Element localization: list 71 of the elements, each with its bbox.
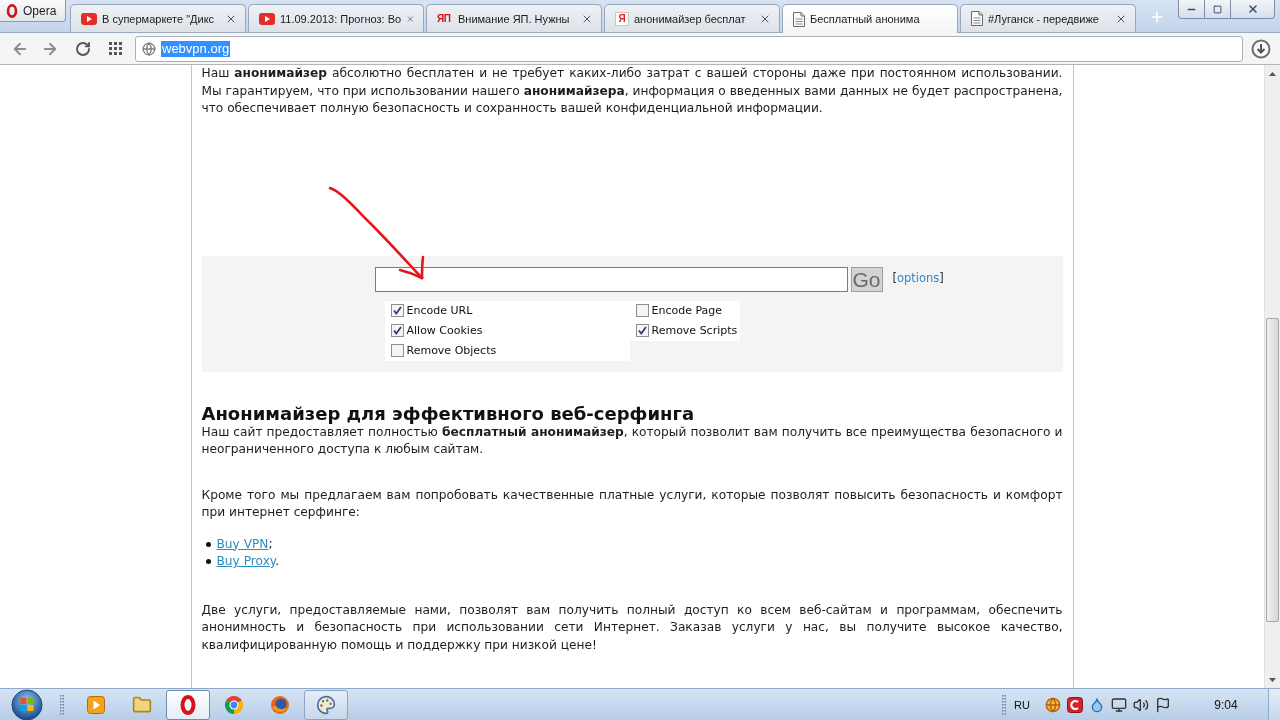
ring-logo-icon	[180, 694, 196, 715]
close-button[interactable]	[1230, 0, 1275, 19]
browser-tab[interactable]: #Луганск - передвиже	[960, 4, 1136, 32]
restore-button[interactable]	[1204, 0, 1231, 19]
checkbox[interactable]	[390, 344, 404, 357]
checkbox-label: Remove Objects	[406, 342, 497, 359]
globe-logo-icon	[270, 694, 290, 715]
list-item-text: Buy VPN;	[216, 535, 273, 553]
grip-icon	[60, 693, 64, 716]
monitor-icon[interactable]	[1111, 696, 1127, 713]
checkbox[interactable]	[635, 324, 649, 337]
list-item-text: Buy Proxy.	[216, 553, 280, 570]
play-logo-icon	[81, 12, 97, 25]
reload-icon	[75, 40, 91, 57]
page-icon	[793, 11, 805, 27]
site-logo: Я	[615, 11, 629, 26]
folder-icon	[132, 694, 152, 715]
play-icon	[87, 695, 105, 714]
download-icon	[1251, 38, 1271, 59]
ring-logo-icon	[6, 3, 18, 18]
url-text: webvpn.org	[161, 40, 231, 57]
clock-text[interactable]: 9:04	[1184, 697, 1268, 712]
plus-icon	[1149, 9, 1165, 25]
play-logo-icon	[259, 12, 275, 25]
paragraph: Наш сайт предоставляет полностью бесплатный анонимайзер, который позволит вам получить все преимущества безопасного и неограниченного доступа к любым сайтам.	[201, 424, 1063, 458]
globe-icon	[142, 41, 156, 56]
browser-tab[interactable]: В супермаркете "Дикс	[70, 4, 246, 32]
flag-icon[interactable]	[1155, 696, 1171, 713]
checkbox[interactable]	[390, 324, 404, 337]
section-heading: Анонимайзер для эффективного веб-серфинга	[201, 403, 696, 424]
grid-icon	[108, 42, 122, 55]
square-logo-icon[interactable]	[1067, 696, 1083, 713]
scrollbar-thumb[interactable]	[1266, 318, 1279, 622]
page-icon	[971, 11, 983, 26]
four-pane-logo-icon	[11, 688, 43, 720]
site-logo: ЯП	[437, 12, 452, 25]
opera-menu-button[interactable]: Opera	[0, 0, 66, 22]
url-input[interactable]	[374, 266, 848, 292]
browser-tab[interactable]: Бесплатный анонима	[782, 4, 958, 33]
checkbox-label: Encode URL	[406, 302, 473, 319]
go-button[interactable]: Go	[850, 266, 883, 292]
language-indicator[interactable]: RU	[1014, 698, 1030, 711]
close-icon	[1246, 3, 1259, 15]
checkbox-label: Encode Page	[651, 302, 723, 319]
checkbox[interactable]	[390, 304, 404, 317]
bullet-icon	[205, 541, 211, 547]
checkbox-label: Remove Scripts	[651, 322, 738, 339]
speaker-icon[interactable]	[1133, 696, 1149, 713]
link[interactable]: Buy VPN	[216, 536, 269, 551]
taskbar-button[interactable]	[304, 689, 348, 720]
options-link[interactable]: options	[897, 271, 940, 286]
paragraph: Две услуги, предоставляемые нами, позволят вам получить полный доступ ко всем веб-сайтам и программам, обеспечить анонимность и безопасность при использовании сети Интернет. Заказав услуги у нас, вы получите высокое качество, квалифицированную помощь и поддержку при низкой цене!	[201, 601, 1063, 654]
drop-icon[interactable]	[1089, 696, 1105, 713]
restore-icon	[1213, 4, 1222, 14]
triangle-down-icon	[1269, 677, 1276, 682]
palette-icon	[316, 694, 336, 715]
browser-tab[interactable]: 11.09.2013: Прогноз: Во	[248, 4, 424, 32]
triangle-up-icon	[1269, 71, 1276, 76]
checkbox[interactable]	[635, 304, 649, 317]
circle-logo-icon	[224, 694, 244, 715]
options-text: [options]	[892, 270, 944, 288]
checkbox-label: Allow Cookies	[406, 322, 483, 339]
intro-paragraph: Наш анонимайзер абсолютно бесплатен и не требует каких-либо затрат с вашей стороны даже при постоянном использовании. Мы гарантируем, что при использовании нашего анонимайзера, информация о введенных вами данных не будет распространена, что обеспечивает полную безопасность и сохранность вашей конфиденциальной информации.	[201, 65, 1063, 117]
globe-icon[interactable]	[1045, 696, 1061, 713]
grip-icon	[1002, 693, 1007, 716]
browser-tab[interactable]: ЯП Внимание ЯП. Нужны	[426, 4, 602, 32]
taskbar-button[interactable]	[166, 689, 210, 720]
browser-tab[interactable]: Я анонимайзер бесплат	[604, 4, 780, 32]
paragraph: Кроме того мы предлагаем вам попробовать качественные платные услуги, которые позволят повысить безопасность и комфорт при интернет серфинге:	[201, 486, 1063, 521]
minimize-button[interactable]	[1178, 0, 1205, 19]
bullet-icon	[205, 559, 211, 565]
